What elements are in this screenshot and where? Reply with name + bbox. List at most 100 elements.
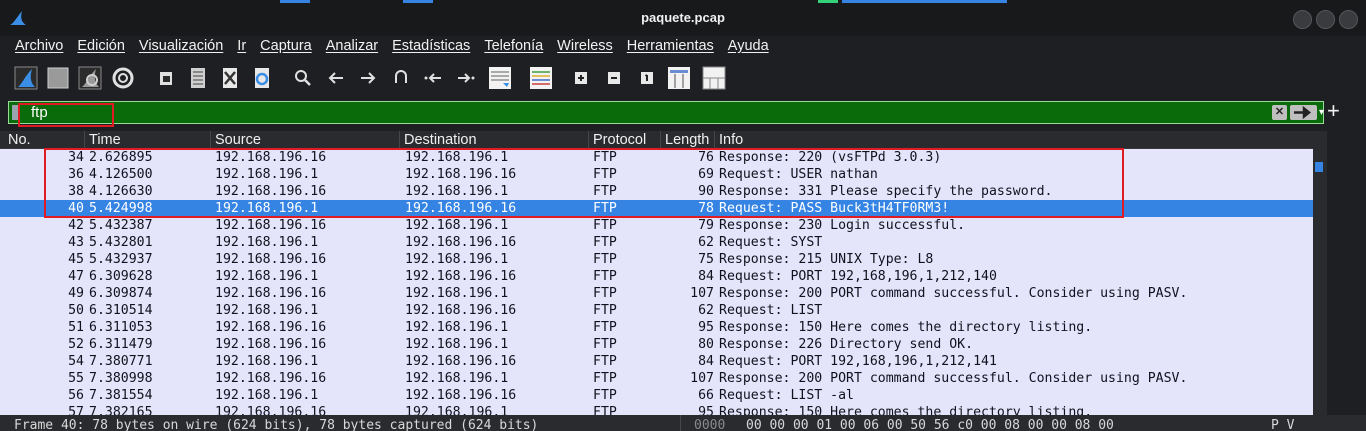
reload-file-icon[interactable] <box>249 65 275 91</box>
menu-visualizacion[interactable]: Visualización <box>132 36 230 58</box>
packet-protocol: FTP <box>593 405 617 415</box>
column-length[interactable]: Length <box>660 131 714 149</box>
packet-source: 192.168.196.16 <box>215 252 327 267</box>
column-protocol[interactable]: Protocol <box>588 131 660 149</box>
capture-options-icon[interactable] <box>110 65 136 91</box>
packet-source: 192.168.196.1 <box>215 303 319 318</box>
taskbar-accent <box>842 0 1007 3</box>
arrow-right-icon <box>1294 105 1312 120</box>
packet-row[interactable]: 47 6.309628 192.168.196.1 192.168.196.16 FTP… <box>0 268 1313 285</box>
go-back-icon[interactable] <box>323 65 349 91</box>
packet-info: Response: 215 UNIX Type: L8 <box>719 252 934 267</box>
packet-destination: 192.168.196.1 <box>405 218 509 233</box>
maximize-button[interactable] <box>1316 10 1335 29</box>
packet-time: 6.311479 <box>89 337 153 352</box>
packet-no: 56 <box>68 388 84 403</box>
go-forward-icon[interactable] <box>355 65 381 91</box>
packet-destination: 192.168.196.1 <box>405 320 509 335</box>
packet-length: 84 <box>698 269 714 284</box>
packet-source: 192.168.196.16 <box>215 337 327 352</box>
clear-filter-button[interactable]: ✕ <box>1272 105 1287 120</box>
zoom-out-icon[interactable] <box>601 65 627 91</box>
menu-analizar[interactable]: Analizar <box>319 36 385 58</box>
packet-no: 42 <box>68 218 84 233</box>
pane-divider[interactable] <box>680 415 681 431</box>
packet-info: Request: PORT 192,168,196,1,212,140 <box>719 269 997 284</box>
minimize-button[interactable] <box>1293 10 1312 29</box>
packet-no: 49 <box>68 286 84 301</box>
packet-source: 192.168.196.1 <box>215 354 319 369</box>
window-title: paquete.pcap <box>641 10 725 25</box>
open-file-icon[interactable] <box>153 65 179 91</box>
column-info[interactable]: Info <box>714 131 1313 149</box>
packet-destination: 192.168.196.16 <box>405 235 517 250</box>
packet-protocol: FTP <box>593 269 617 284</box>
packet-list-scrollbar[interactable] <box>1313 131 1327 415</box>
packet-info: Request: LIST -al <box>719 388 854 403</box>
ascii-bytes[interactable]: P V <box>1271 418 1294 431</box>
menu-edicion[interactable]: Edición <box>70 36 132 58</box>
packet-info: Request: LIST <box>719 303 823 318</box>
packet-no: 50 <box>68 303 84 318</box>
packet-destination: 192.168.196.16 <box>405 303 517 318</box>
packet-row[interactable]: 55 7.380998 192.168.196.16 192.168.196.1 FTP… <box>0 370 1313 387</box>
close-button[interactable] <box>1339 10 1358 29</box>
packet-source: 192.168.196.1 <box>215 235 319 250</box>
go-first-packet-icon[interactable] <box>420 65 446 91</box>
numbered-columns-icon[interactable] <box>701 65 727 91</box>
column-source[interactable]: Source <box>210 131 399 149</box>
packet-info: Response: 226 Directory send OK. <box>719 337 974 352</box>
column-time[interactable]: Time <box>84 131 210 149</box>
packet-no: 54 <box>68 354 84 369</box>
packet-row[interactable]: 43 5.432801 192.168.196.1 192.168.196.16 FTP… <box>0 234 1313 251</box>
packets-highlight-box <box>44 148 1124 218</box>
menu-ayuda[interactable]: Ayuda <box>721 36 776 58</box>
packet-row[interactable]: 51 6.311053 192.168.196.16 192.168.196.1 FTP… <box>0 319 1313 336</box>
menu-wireless[interactable]: Wireless <box>550 36 620 58</box>
packet-length: 62 <box>698 303 714 318</box>
zoom-in-icon[interactable] <box>568 65 594 91</box>
column-no[interactable]: No. <box>0 131 84 149</box>
restart-capture-icon[interactable] <box>77 65 103 91</box>
menu-archivo[interactable]: Archivo <box>8 36 70 58</box>
packet-row[interactable]: 56 7.381554 192.168.196.1 192.168.196.16 FTP… <box>0 387 1313 404</box>
frame-summary[interactable]: Frame 40: 78 bytes on wire (624 bits), 7… <box>14 418 538 431</box>
packet-info: Response: 200 PORT command successful. C… <box>719 286 1188 301</box>
colorize-icon[interactable] <box>528 65 554 91</box>
packet-row[interactable]: 45 5.432937 192.168.196.16 192.168.196.1 FTP… <box>0 251 1313 268</box>
packet-row[interactable]: 50 6.310514 192.168.196.1 192.168.196.16 FTP… <box>0 302 1313 319</box>
packet-protocol: FTP <box>593 235 617 250</box>
column-destination[interactable]: Destination <box>399 131 588 149</box>
close-file-icon[interactable] <box>217 65 243 91</box>
packet-source: 192.168.196.1 <box>215 269 319 284</box>
packet-length: 79 <box>698 218 714 233</box>
menu-herramientas[interactable]: Herramientas <box>620 36 721 58</box>
add-filter-button[interactable]: + <box>1327 99 1340 123</box>
packet-source: 192.168.196.16 <box>215 405 327 415</box>
packet-row[interactable]: 42 5.432387 192.168.196.16 192.168.196.1 FTP… <box>0 217 1313 234</box>
packet-row[interactable]: 49 6.309874 192.168.196.16 192.168.196.1 FTP… <box>0 285 1313 302</box>
find-packet-icon[interactable] <box>290 65 316 91</box>
start-capture-icon[interactable] <box>13 65 39 91</box>
apply-filter-button[interactable] <box>1290 105 1317 120</box>
go-last-packet-icon[interactable] <box>453 65 479 91</box>
menu-estadisticas[interactable]: Estadísticas <box>385 36 477 58</box>
normal-size-icon[interactable] <box>634 65 660 91</box>
menu-telefonia[interactable]: Telefonía <box>477 36 550 58</box>
packet-destination: 192.168.196.16 <box>405 269 517 284</box>
scrollbar-position-mark <box>1315 162 1323 172</box>
menu-ir[interactable]: Ir <box>230 36 253 58</box>
packet-row[interactable]: 52 6.311479 192.168.196.16 192.168.196.1 FTP… <box>0 336 1313 353</box>
hex-bytes[interactable]: 00 00 00 01 00 06 00 50 56 c0 00 08 00 0… <box>746 418 1114 431</box>
packet-protocol: FTP <box>593 354 617 369</box>
autoscroll-icon[interactable] <box>487 65 513 91</box>
taskbar-accent <box>818 0 838 3</box>
packet-row[interactable]: 54 7.380771 192.168.196.1 192.168.196.16 FTP… <box>0 353 1313 370</box>
menu-bar: Archivo Edición Visualización Ir Captura… <box>0 36 1366 58</box>
stop-capture-icon[interactable] <box>45 65 71 91</box>
resize-columns-icon[interactable] <box>666 65 692 91</box>
go-to-packet-icon[interactable] <box>388 65 414 91</box>
packet-row[interactable]: 57 7.382165 192.168.196.16 192.168.196.1 FTP… <box>0 404 1313 415</box>
menu-captura[interactable]: Captura <box>253 36 319 58</box>
save-file-icon[interactable] <box>185 65 211 91</box>
